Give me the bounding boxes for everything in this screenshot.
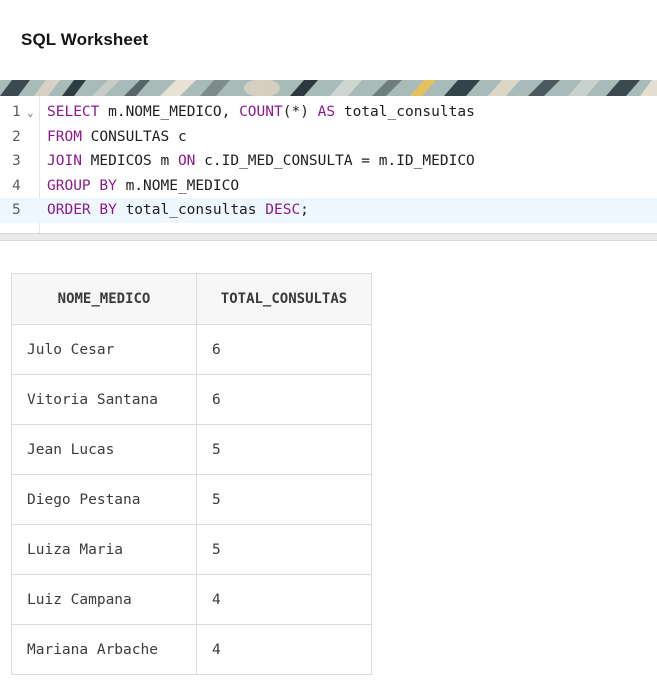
cell-total-consultas[interactable]: 5 — [196, 474, 372, 525]
results-header-row: NOME_MEDICO TOTAL_CONSULTAS — [11, 273, 372, 325]
results-table: NOME_MEDICO TOTAL_CONSULTAS Julo Cesar 6… — [11, 273, 372, 675]
code-text: SELECT m.NOME_MEDICO, COUNT(*) AS total_… — [47, 100, 475, 125]
sql-text: m.NOME_MEDICO, — [99, 104, 240, 120]
cell-total-consultas[interactable]: 4 — [196, 624, 372, 675]
code-text: JOIN MEDICOS m ON c.ID_MED_CONSULTA = m.… — [47, 149, 475, 174]
code-text: FROM CONSULTAS c — [47, 125, 187, 150]
line-number: 5 — [12, 202, 21, 218]
line-number: 1 — [12, 104, 21, 120]
sql-text: total_consultas — [116, 202, 266, 218]
column-header-nome-medico[interactable]: NOME_MEDICO — [11, 273, 197, 325]
sql-editor[interactable]: 1 ⌄ SELECT m.NOME_MEDICO, COUNT(*) AS tota… — [0, 96, 657, 234]
worksheet-header: SQL Worksheet — [0, 0, 657, 80]
cell-total-consultas[interactable]: 4 — [196, 574, 372, 625]
decorative-banner — [0, 80, 657, 96]
sql-keyword: ORDER BY — [47, 202, 117, 218]
sql-text: total_consultas — [335, 104, 475, 120]
cell-nome-medico[interactable]: Julo Cesar — [11, 324, 197, 375]
table-row: Mariana Arbache 4 — [11, 624, 372, 675]
cell-nome-medico[interactable]: Luiza Maria — [11, 524, 197, 575]
code-text: ORDER BY total_consultas DESC; — [47, 198, 309, 223]
sql-text: (*) — [282, 104, 318, 120]
sql-text: c.ID_MED_CONSULTA = m.ID_MEDICO — [195, 153, 475, 169]
cell-nome-medico[interactable]: Diego Pestana — [11, 474, 197, 525]
sql-text: MEDICOS m — [81, 153, 178, 169]
table-row: Jean Lucas 5 — [11, 424, 372, 475]
sql-keyword: COUNT — [239, 104, 283, 120]
cell-total-consultas[interactable]: 6 — [196, 324, 372, 375]
table-row: Luiz Campana 4 — [11, 574, 372, 625]
table-row: Diego Pestana 5 — [11, 474, 372, 525]
sql-text: m.NOME_MEDICO — [116, 177, 240, 194]
sql-keyword: GROUP BY — [47, 177, 117, 194]
cell-total-consultas[interactable]: 5 — [196, 524, 372, 575]
page-title: SQL Worksheet — [21, 29, 149, 49]
code-line[interactable]: 3 JOIN MEDICOS m ON c.ID_MED_CONSULTA = m… — [0, 149, 657, 174]
table-row: Julo Cesar 6 — [11, 324, 372, 375]
sql-keyword: SELECT — [47, 104, 100, 120]
column-header-total-consultas[interactable]: TOTAL_CONSULTAS — [196, 273, 372, 325]
code-line[interactable]: 1 ⌄ SELECT m.NOME_MEDICO, COUNT(*) AS tota… — [0, 100, 657, 125]
sql-worksheet-page: SQL Worksheet 1 ⌄ SELECT m.NOME_MEDICO, … — [0, 0, 657, 682]
cell-nome-medico[interactable]: Mariana Arbache — [11, 624, 197, 675]
sql-keyword: DESC — [265, 202, 301, 218]
sql-text: ; — [300, 202, 309, 218]
cell-nome-medico[interactable]: Jean Lucas — [11, 424, 197, 475]
cell-total-consultas[interactable]: 5 — [196, 424, 372, 475]
code-line[interactable]: 5 ORDER BY total_consultas DESC; — [0, 198, 657, 223]
sql-keyword: AS — [317, 104, 336, 120]
sql-keyword: JOIN — [47, 153, 82, 169]
cell-nome-medico[interactable]: Vitoria Santana — [11, 374, 197, 425]
table-row: Luiza Maria 5 — [11, 524, 372, 575]
line-number: 4 — [12, 177, 21, 194]
sql-keyword: FROM — [47, 128, 82, 145]
code-line[interactable]: 2 FROM CONSULTAS c — [0, 125, 657, 150]
sql-keyword: ON — [177, 153, 196, 169]
line-number: 2 — [12, 128, 21, 145]
results-grid: NOME_MEDICO TOTAL_CONSULTAS Julo Cesar 6… — [11, 273, 372, 675]
cell-total-consultas[interactable]: 6 — [196, 374, 372, 425]
code-line[interactable]: 4 GROUP BY m.NOME_MEDICO — [0, 174, 657, 199]
chevron-down-icon[interactable]: ⌄ — [27, 101, 34, 126]
table-row: Vitoria Santana 6 — [11, 374, 372, 425]
code-text: GROUP BY m.NOME_MEDICO — [47, 174, 239, 199]
pane-splitter[interactable] — [0, 234, 657, 241]
cell-nome-medico[interactable]: Luiz Campana — [11, 574, 197, 625]
line-number: 3 — [12, 153, 21, 169]
sql-text: CONSULTAS c — [81, 128, 187, 145]
